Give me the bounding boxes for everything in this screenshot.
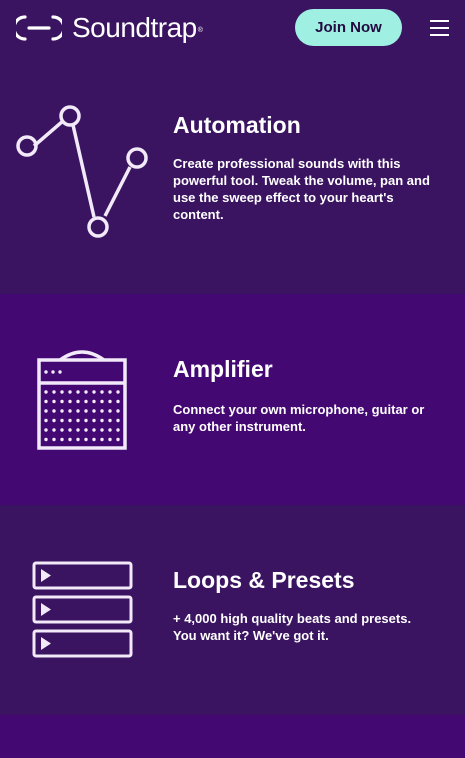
amp-grill-dot [84,428,88,432]
amp-grill-dot [60,428,64,432]
feature-automation: Automation Create professional sounds wi… [0,56,465,294]
amp-grill-dot [92,437,96,442]
automation-curve-icon [16,105,148,238]
amp-grill-dot [100,390,104,394]
loops-presets-icon [32,561,133,658]
amp-grill-dot [44,409,48,413]
amp-grill-dot [44,390,48,394]
amp-grill-dot [52,437,56,442]
feature-title: Amplifier [173,356,273,382]
amp-grill-dot [92,390,96,394]
amp-grill-dot [84,418,88,423]
amp-grill-dot [68,428,72,432]
amp-grill-dot [100,409,104,413]
soundtrap-logo-icon [16,15,62,41]
amp-grill-dot [58,370,62,374]
amp-grill-dot [52,418,56,423]
amp-grill-dot [92,428,96,432]
amplifier-icon [37,350,127,450]
feature-loops-presets: Loops & Presets + 4,000 high quality bea… [0,505,465,715]
amp-grill-dot [108,418,112,423]
amp-grill-dot [44,399,48,404]
hamburger-menu-icon[interactable] [428,17,452,37]
amp-grill-dot [68,409,72,413]
amp-grill-dot [92,409,96,413]
amp-grill-dot [84,409,88,413]
amp-grill-dot [68,399,72,404]
amp-grill-dot [84,390,88,394]
amp-grill-dot [116,399,120,404]
amp-grill-dot [51,370,55,374]
amp-grill-dot [60,409,64,413]
amp-grill-dot [76,409,80,413]
amp-grill-dot [44,418,48,423]
soundtrap-logo[interactable]: Soundtrap ® [16,12,203,44]
amp-grill-dot [116,437,120,442]
feature-title: Automation [173,112,301,138]
amp-grill-dot [116,418,120,423]
amp-grill-dot [60,399,64,404]
amp-grill-dot [100,437,104,442]
amp-grill-dot [52,409,56,413]
amp-grill-dot [60,418,64,423]
amp-grill-dot [44,428,48,432]
feature-description: + 4,000 high quality beats and presets. … [173,611,412,643]
feature-description: Connect your own microphone, guitar or a… [173,402,425,434]
next-section [0,715,465,758]
amp-grill-dot [44,437,48,442]
amp-grill-dot [116,428,120,432]
amp-grill-dot [100,399,104,404]
amp-grill-dot [116,390,120,394]
amp-grill-dot [52,428,56,432]
amp-grill-dot [92,418,96,423]
amp-grill-dot [52,390,56,394]
amp-grill-dot [108,390,112,394]
amp-grill-dot [108,437,112,442]
amp-grill-dot [76,428,80,432]
amp-grill-dot [76,437,80,442]
amp-grill-dot [108,399,112,404]
amp-grill-dot [68,437,72,442]
amp-grill-dot [52,399,56,404]
amp-grill-dot [100,428,104,432]
feature-amplifier: Amplifier Connect your own microphone, g… [0,294,465,505]
feature-description: Create professional sounds with this pow… [173,156,430,222]
amp-grill-dot [84,399,88,404]
amp-grill-dot [84,437,88,442]
amp-grill-dot [60,437,64,442]
amp-grill-dot [44,370,48,374]
amp-grill-dot [100,418,104,423]
site-header: Soundtrap ® Join Now [0,0,465,56]
amp-grill-dot [76,418,80,423]
amp-grill-dot [116,409,120,413]
amp-grill-dot [68,390,72,394]
logo-registered-mark: ® [197,26,203,34]
amp-grill-dot [108,428,112,432]
amp-grill-dot [76,399,80,404]
amp-grill-dot [92,399,96,404]
amp-grill-dot [60,390,64,394]
logo-wordmark: Soundtrap [72,12,197,43]
amp-grill-dot [68,418,72,423]
feature-title: Loops & Presets [173,567,355,593]
amp-grill-dot [76,390,80,394]
join-now-button[interactable]: Join Now [295,9,402,46]
amp-grill-dot [108,409,112,413]
